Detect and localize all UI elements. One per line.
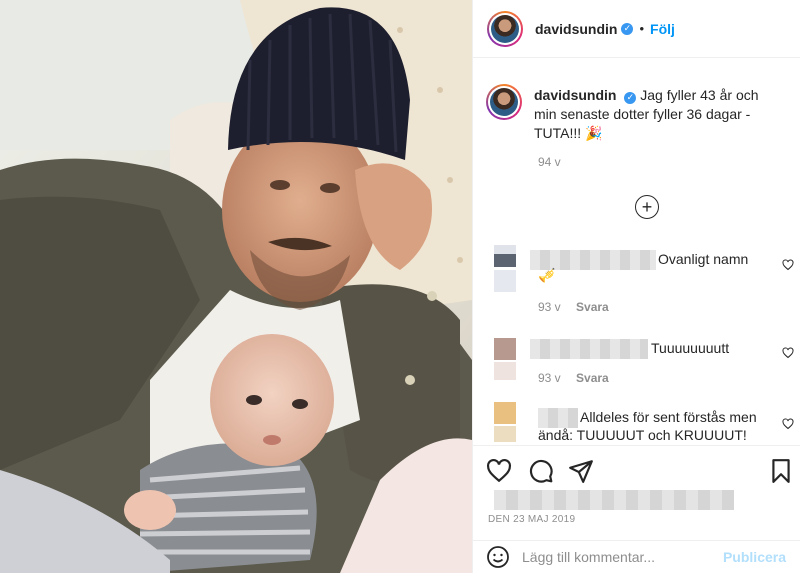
- comment-text-line2: ändå: TUUUUUT och KRUUUUT!: [538, 427, 747, 443]
- add-icon[interactable]: +: [635, 195, 659, 219]
- avatar-image: [491, 14, 519, 43]
- bookmark-icon[interactable]: [768, 458, 794, 484]
- share-icon[interactable]: [568, 458, 594, 484]
- comment-meta: 93 v Svara: [538, 371, 609, 385]
- separator-dot: •: [639, 21, 645, 36]
- post-date[interactable]: DEN 23 MAJ 2019: [488, 514, 575, 525]
- author-avatar[interactable]: [487, 10, 523, 47]
- instagram-post-view: davidsundin ✓ • Följ davidsundin ✓ Jag f…: [0, 0, 800, 573]
- caption-username[interactable]: davidsundin: [534, 87, 616, 103]
- comment-text: Tuuuuuuuutt: [651, 340, 730, 356]
- comment-avatar[interactable]: [494, 338, 516, 360]
- comment-icon[interactable]: [528, 458, 554, 484]
- post-header: davidsundin ✓ • Följ: [473, 0, 800, 58]
- caption-timestamp[interactable]: 94 v: [538, 155, 561, 169]
- post-caption: davidsundin ✓ Jag fyller 43 år och min s…: [486, 84, 786, 143]
- post-actions: [472, 445, 800, 515]
- reply-button[interactable]: Svara: [576, 300, 609, 314]
- likes-count-blurred[interactable]: [494, 490, 734, 510]
- comment-text: Ovanligt namn: [658, 251, 749, 267]
- caption-text-block: davidsundin ✓ Jag fyller 43 år och min s…: [534, 86, 780, 143]
- comment-username-blurred[interactable]: [530, 339, 648, 359]
- photo-illustration: [0, 0, 472, 573]
- post-photo: [0, 0, 472, 573]
- comment-emoji: 🎺: [538, 267, 556, 283]
- comment-timestamp[interactable]: 93 v: [538, 371, 561, 385]
- caption-emoji: 🎉: [585, 125, 603, 141]
- emoji-icon[interactable]: [486, 545, 510, 569]
- heart-icon[interactable]: [782, 347, 794, 359]
- comment-username-blurred[interactable]: [538, 408, 578, 428]
- add-comment-bar: Lägg till kommentar... Publicera: [472, 540, 800, 573]
- verified-icon: ✓: [621, 22, 634, 35]
- comment-input[interactable]: Lägg till kommentar...: [522, 549, 723, 565]
- author-username[interactable]: davidsundin: [535, 21, 617, 37]
- reply-button[interactable]: Svara: [576, 371, 609, 385]
- comment-timestamp[interactable]: 93 v: [538, 300, 561, 314]
- post-comment-button[interactable]: Publicera: [723, 549, 786, 565]
- heart-icon[interactable]: [782, 418, 794, 430]
- caption-avatar[interactable]: [486, 84, 522, 120]
- comment-text-line1: Alldeles för sent förstås men: [580, 409, 757, 425]
- heart-icon[interactable]: [486, 458, 512, 484]
- comment-meta: 93 v Svara: [538, 300, 609, 314]
- heart-icon[interactable]: [782, 259, 794, 271]
- comment-avatar[interactable]: [494, 245, 516, 267]
- follow-button[interactable]: Följ: [650, 21, 675, 37]
- verified-icon: ✓: [624, 91, 637, 104]
- comment-avatar[interactable]: [494, 402, 516, 424]
